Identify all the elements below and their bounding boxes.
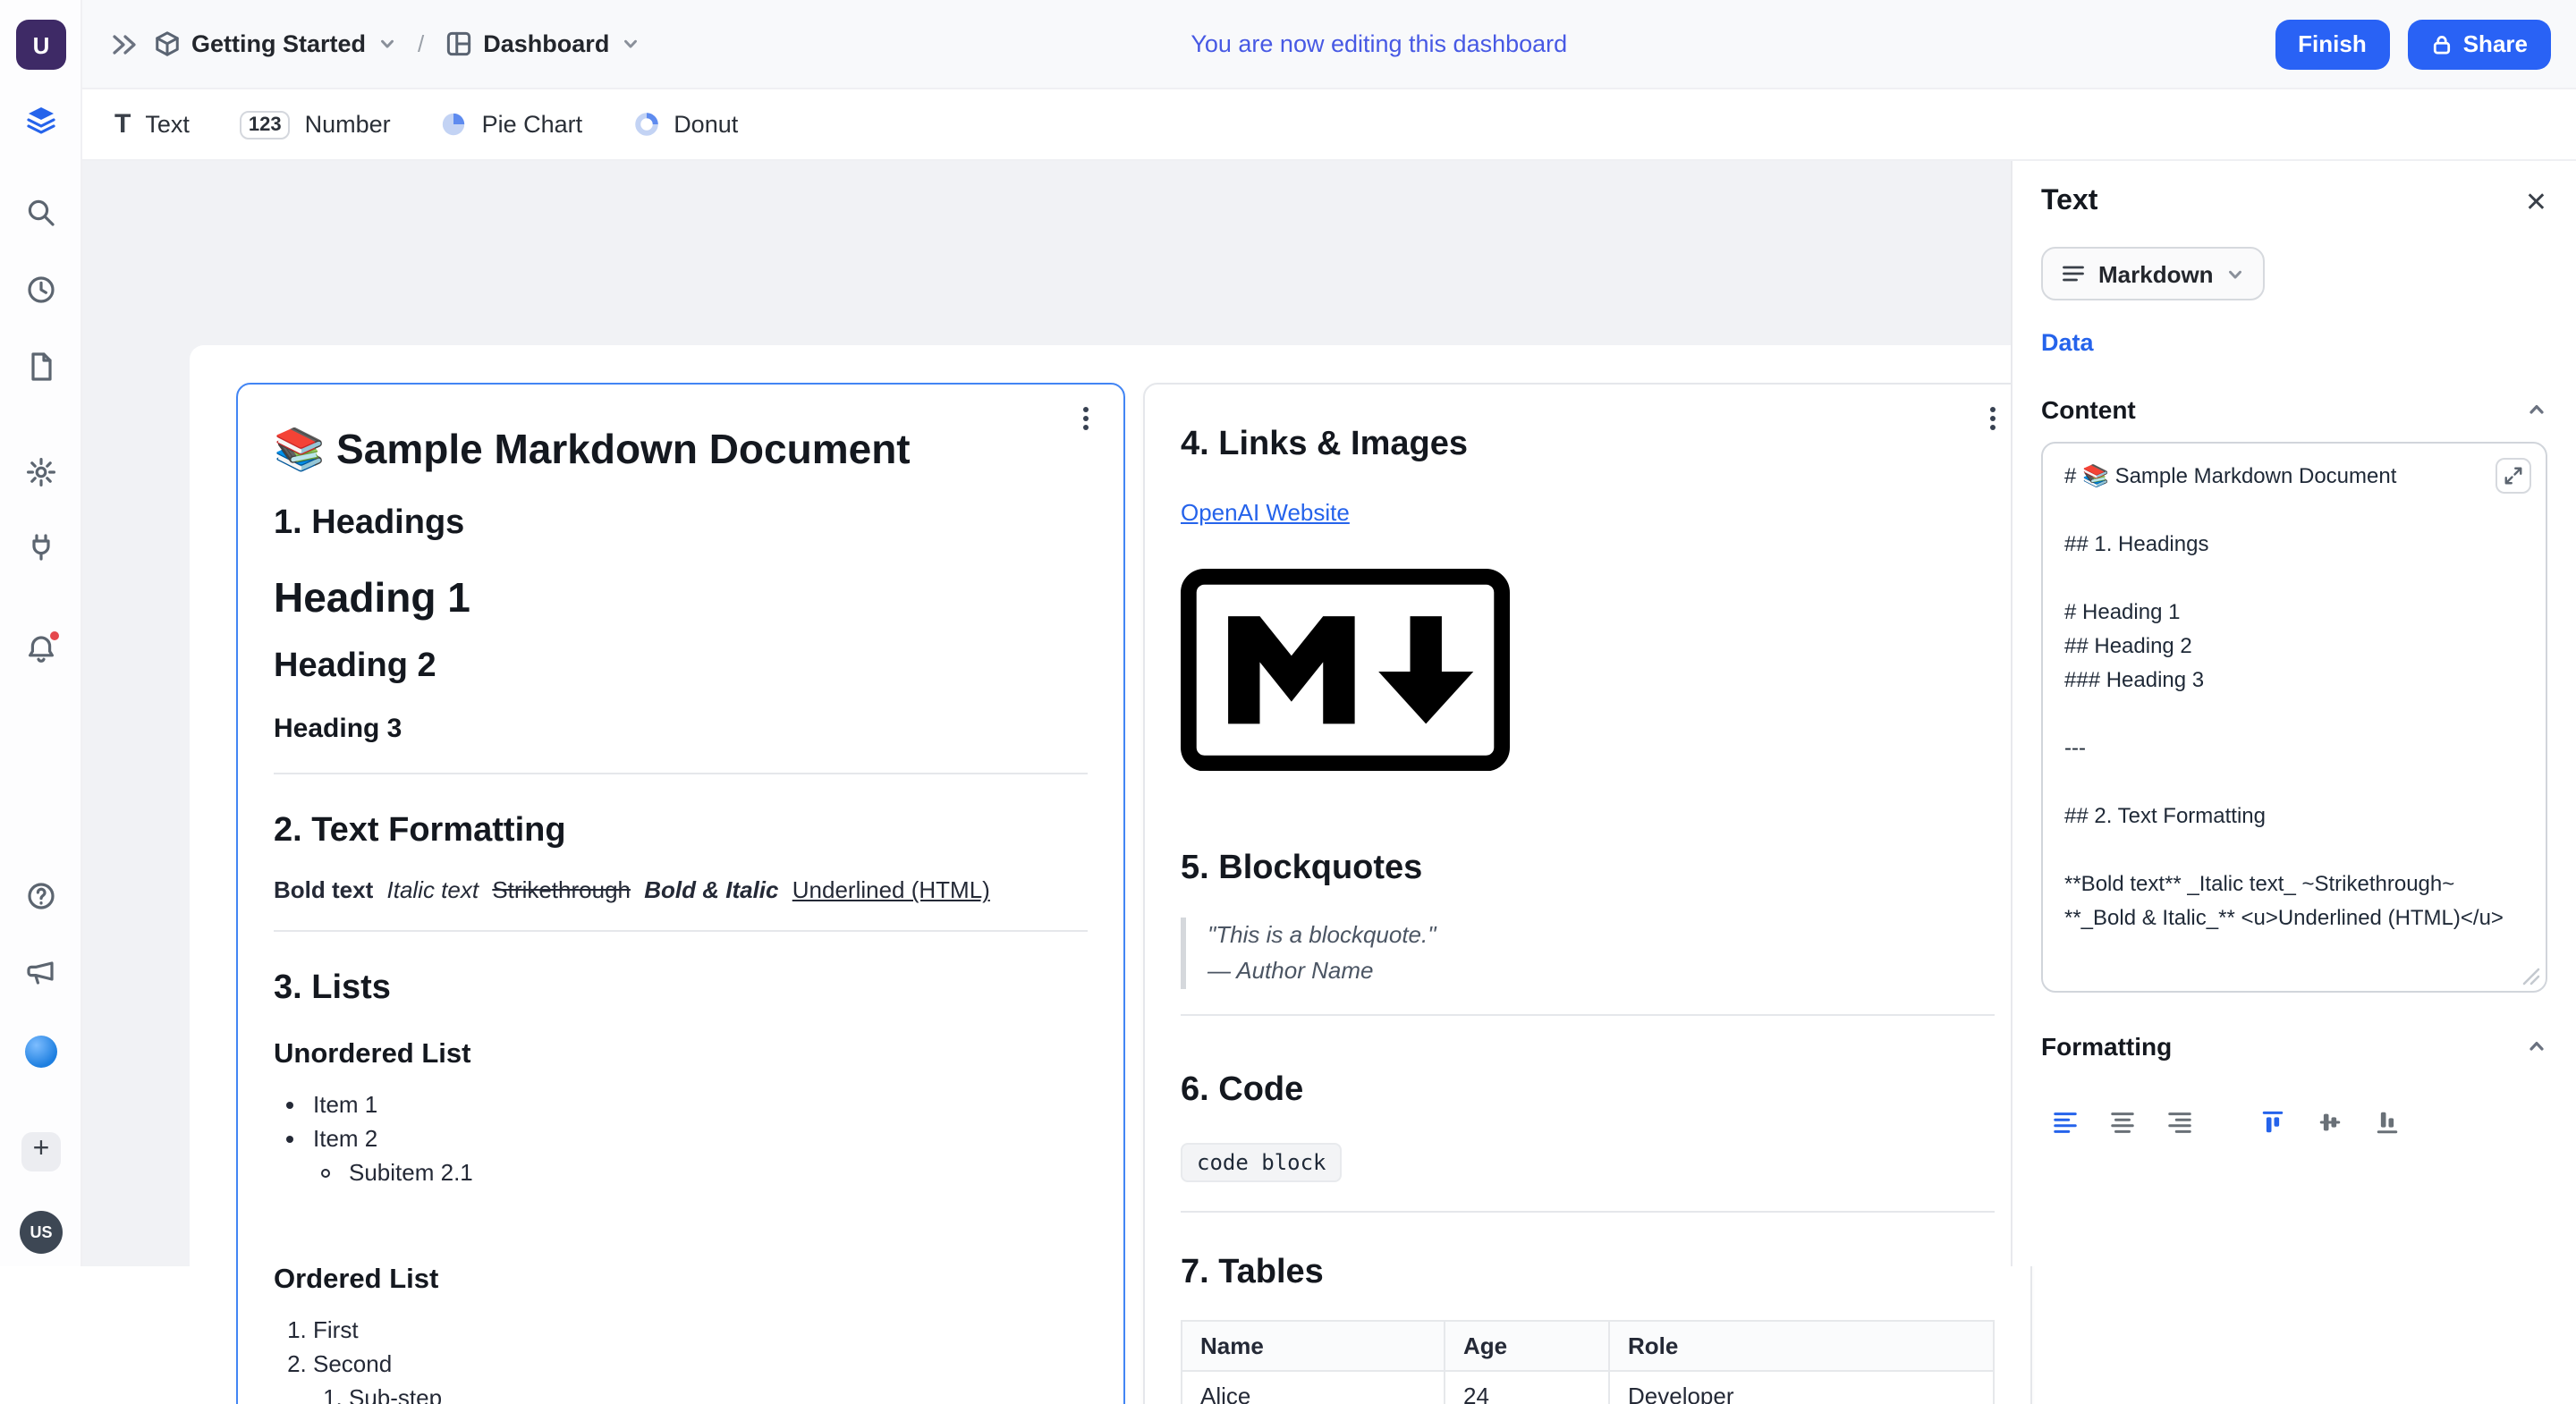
settings-gear-icon[interactable]: [25, 456, 57, 488]
card-menu-kebab-icon[interactable]: [1977, 402, 2009, 435]
heading-1: Heading 1: [274, 571, 1088, 625]
breadcrumb-separator: /: [418, 30, 424, 57]
announcements-megaphone-icon[interactable]: [25, 957, 57, 989]
divider: [274, 772, 1088, 774]
workspace-app-icon[interactable]: [25, 1036, 57, 1068]
formatting-sample-line: Bold text Italic text Strikethrough Bold…: [274, 875, 1088, 909]
ordered-list: First Second Sub-step Sub-step: [274, 1313, 1088, 1404]
markdown-editor-textarea[interactable]: # 📚 Sample Markdown Document ## 1. Headi…: [2041, 442, 2547, 993]
table-row: Alice 24 Developer: [1182, 1372, 1994, 1404]
markdown-card-1[interactable]: 📚 Sample Markdown Document 1. Headings H…: [236, 383, 1125, 1404]
valign-middle-icon[interactable]: [2306, 1100, 2352, 1143]
divider: [1181, 1210, 1995, 1212]
section-text-formatting: 2. Text Formatting: [274, 809, 1088, 853]
unordered-list: Item 1 Item 2 Subitem 2.1: [274, 1087, 1088, 1190]
donut-chart-icon: [632, 111, 659, 138]
alignment-controls: [2041, 1100, 2547, 1143]
list-item: First: [313, 1313, 1088, 1347]
list-item: Sub-step: [349, 1382, 1088, 1404]
divider: [1181, 1014, 1995, 1016]
chevron-up-icon: [2526, 399, 2547, 420]
align-left-icon[interactable]: [2041, 1100, 2088, 1143]
sample-table: Name Age Role Alice 24 Developer Bob: [1181, 1321, 1995, 1404]
formatting-section-header[interactable]: Formatting: [2041, 1032, 2547, 1061]
list-item: Item 2 Subitem 2.1: [313, 1122, 1088, 1191]
close-icon[interactable]: ✕: [2525, 189, 2547, 216]
breadcrumb-collection[interactable]: Getting Started: [154, 30, 396, 57]
dashboard-board: 📚 Sample Markdown Document 1. Headings H…: [190, 345, 2072, 1404]
add-number-widget[interactable]: 123 Number: [240, 110, 391, 139]
share-button[interactable]: Share: [2408, 19, 2551, 69]
section-blockquotes: 5. Blockquotes: [1181, 848, 1995, 892]
top-header: Getting Started / Dashboard You are now …: [82, 0, 2576, 89]
ordered-list-title: Ordered List: [274, 1262, 1088, 1298]
list-item: Subitem 2.1: [349, 1156, 1088, 1190]
valign-bottom-icon[interactable]: [2363, 1100, 2410, 1143]
card-menu-kebab-icon[interactable]: [1070, 402, 1102, 435]
widget-toolbar: T Text 123 Number Pie Chart Donut: [82, 89, 2576, 161]
number-123-icon: 123: [240, 110, 291, 139]
app-logo[interactable]: U: [16, 20, 66, 70]
add-donut-widget[interactable]: Donut: [632, 111, 738, 138]
section-headings: 1. Headings: [274, 503, 1088, 546]
dashboard-editor-app: U + US: [0, 0, 2576, 1266]
editing-status-banner: You are now editing this dashboard: [1191, 30, 1567, 57]
heading-2: Heading 2: [274, 647, 1088, 690]
dashboard-grid-icon: [445, 30, 472, 57]
table-header-row: Name Age Role: [1182, 1322, 1994, 1372]
chevron-down-icon: [377, 34, 396, 54]
add-new-button[interactable]: +: [21, 1132, 61, 1171]
text-tool-icon: T: [114, 109, 131, 140]
pie-chart-icon: [441, 111, 468, 138]
user-avatar[interactable]: US: [20, 1211, 63, 1254]
plug-connections-icon[interactable]: [25, 531, 57, 563]
left-sidebar: U + US: [0, 0, 82, 1266]
chevron-down-icon: [2226, 264, 2246, 283]
section-code: 6. Code: [1181, 1070, 1995, 1113]
document-icon[interactable]: [25, 351, 57, 383]
collection-cube-icon: [154, 30, 181, 57]
lock-icon: [2431, 33, 2453, 55]
list-item: Second Sub-step Sub-step: [313, 1347, 1088, 1404]
heading-3: Heading 3: [274, 712, 1088, 747]
add-pie-chart-widget[interactable]: Pie Chart: [441, 111, 583, 138]
content-type-selector[interactable]: Markdown: [2041, 247, 2266, 300]
help-icon[interactable]: [25, 880, 57, 912]
history-clock-icon[interactable]: [25, 274, 57, 306]
list-item: Item 1: [313, 1087, 1088, 1121]
chevron-up-icon: [2526, 1036, 2547, 1057]
markdown-card-2[interactable]: 4. Links & Images OpenAI Website 5. Bloc…: [1143, 383, 2032, 1404]
breadcrumb-dashboard[interactable]: Dashboard: [445, 30, 640, 57]
text-settings-panel: Text ✕ Markdown Data Content # 📚 Sample …: [2011, 161, 2576, 1266]
expand-editor-button[interactable]: [2496, 458, 2531, 494]
align-right-icon[interactable]: [2156, 1100, 2202, 1143]
add-text-widget[interactable]: T Text: [114, 109, 190, 140]
resize-handle-icon[interactable]: [2522, 968, 2540, 985]
chevron-down-icon: [620, 34, 640, 54]
blockquote: "This is a blockquote." — Author Name: [1181, 917, 1995, 989]
notifications-bell-icon[interactable]: [25, 633, 57, 665]
layers-icon[interactable]: [25, 104, 57, 136]
doc-title: 📚 Sample Markdown Document: [274, 424, 1088, 478]
align-center-icon[interactable]: [2098, 1100, 2145, 1143]
search-icon[interactable]: [25, 197, 57, 229]
panel-title: Text: [2041, 186, 2097, 218]
notification-dot: [48, 630, 61, 642]
unordered-list-title: Unordered List: [274, 1037, 1088, 1073]
section-lists: 3. Lists: [274, 968, 1088, 1011]
markdown-lines-icon: [2061, 261, 2086, 286]
section-tables: 7. Tables: [1181, 1251, 1995, 1295]
code-block: code block: [1181, 1142, 1343, 1181]
finish-button[interactable]: Finish: [2275, 19, 2390, 69]
section-links-images: 4. Links & Images: [1181, 424, 1995, 468]
tab-data[interactable]: Data: [2041, 329, 2094, 356]
divider: [274, 930, 1088, 932]
valign-top-icon[interactable]: [2249, 1100, 2295, 1143]
expand-sidebar-chevrons-icon[interactable]: [107, 28, 140, 60]
openai-website-link[interactable]: OpenAI Website: [1181, 498, 1350, 525]
markdown-logo-image: [1181, 568, 1510, 779]
content-section-header[interactable]: Content: [2041, 395, 2547, 424]
